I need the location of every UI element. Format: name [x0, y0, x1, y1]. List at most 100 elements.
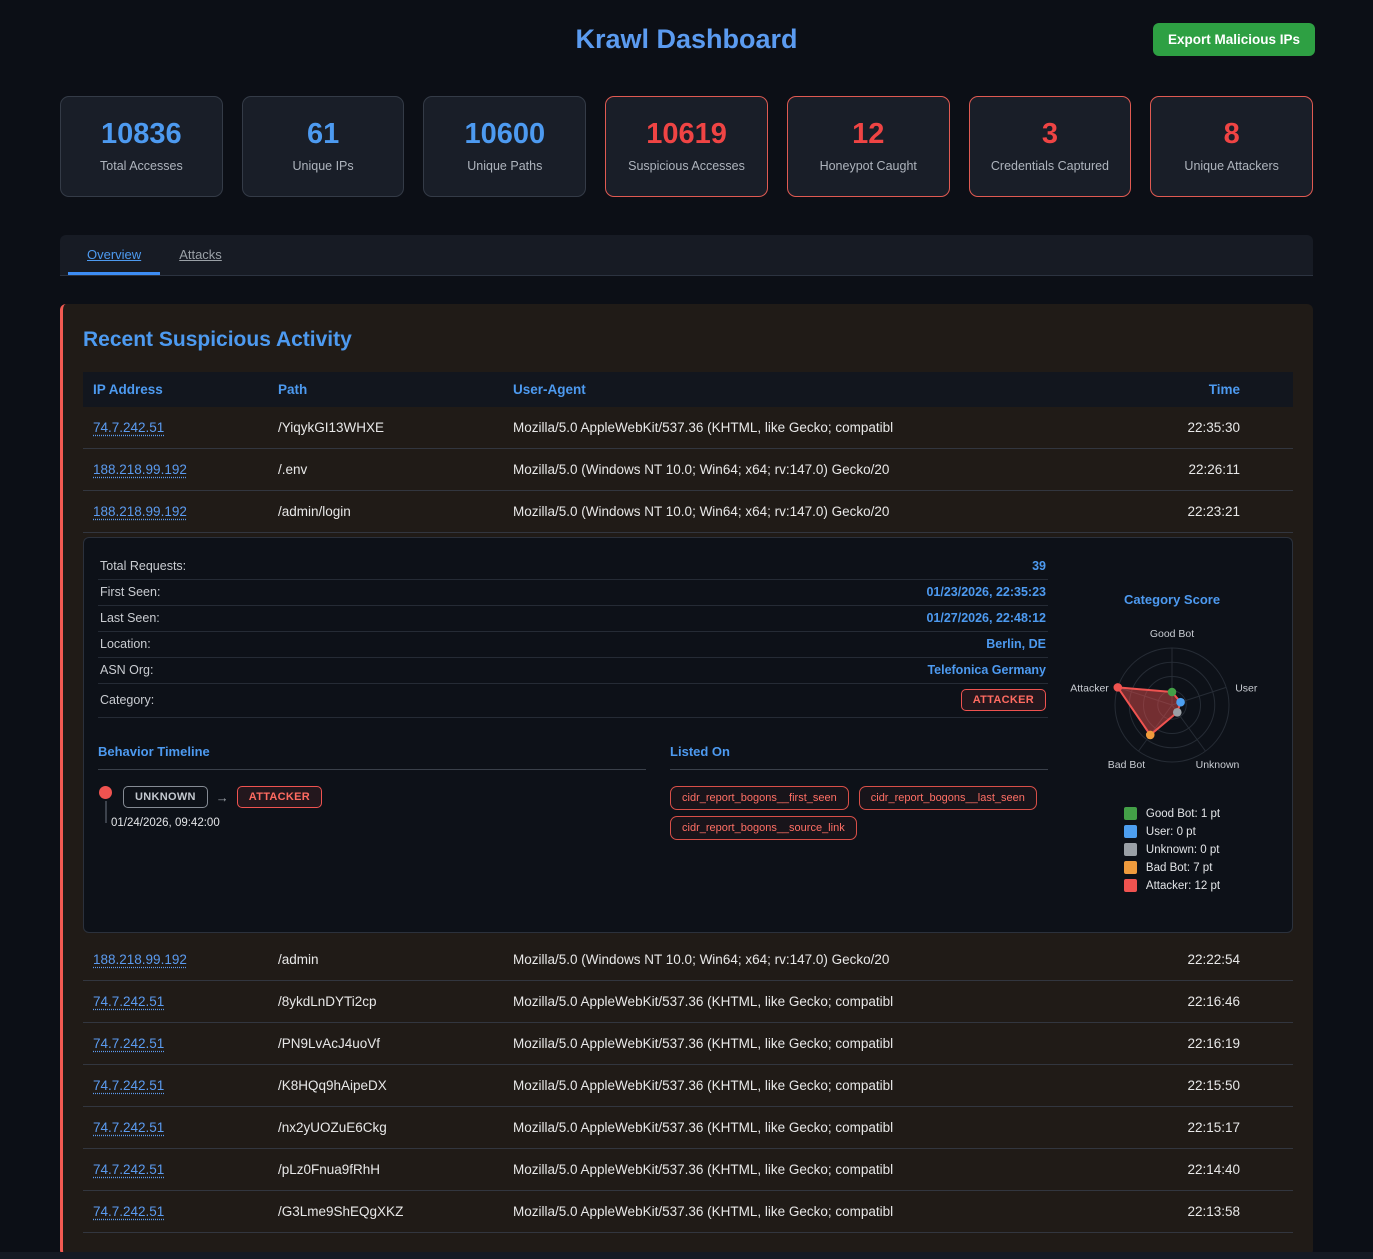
timeline-timestamp: 01/24/2026, 09:42:00 [111, 817, 322, 829]
ip-detail-panel: Total Requests: 39 First Seen:01/23/2026, … [83, 537, 1293, 933]
ip-cell: 74.7.242.51 [83, 407, 268, 448]
time-cell: 22:13:58 [1133, 1191, 1293, 1232]
stat-card-unique-paths: 10600Unique Paths [423, 96, 586, 197]
user-agent-cell: Mozilla/5.0 AppleWebKit/537.36 (KHTML, l… [503, 1065, 1133, 1106]
stat-value: 61 [307, 120, 339, 149]
info-label: Location: [100, 637, 151, 651]
info-value: 01/27/2026, 22:48:12 [926, 611, 1046, 625]
ip-cell: 188.218.99.192 [83, 939, 268, 980]
time-cell: 22:15:50 [1133, 1065, 1293, 1106]
top-bar: Krawl Dashboard Export Malicious IPs [60, 0, 1313, 88]
stat-value: 10836 [101, 120, 182, 149]
table-row[interactable]: 74.7.242.51/pLz0Fnua9fRhHMozilla/5.0 App… [83, 1149, 1293, 1191]
info-row-location-: Location: Berlin, DE [98, 632, 1048, 658]
info-value: 39 [1032, 559, 1046, 573]
path-cell: /.env [268, 449, 503, 490]
category-row: Category: ATTACKER [98, 684, 1048, 718]
user-agent-cell: Mozilla/5.0 AppleWebKit/537.36 (KHTML, l… [503, 1191, 1133, 1232]
legend-label: User: 0 pt [1146, 826, 1196, 838]
tab-attacks[interactable]: Attacks [160, 235, 241, 275]
ip-address-link[interactable]: 74.7.242.51 [93, 1162, 164, 1177]
tab-overview[interactable]: Overview [68, 235, 160, 275]
stat-value: 12 [852, 120, 884, 149]
ip-cell: 74.7.242.51 [83, 1191, 268, 1232]
stat-label: Unique Attackers [1184, 159, 1279, 173]
user-agent-cell: Mozilla/5.0 AppleWebKit/537.36 (KHTML, l… [503, 1149, 1133, 1190]
time-cell: 22:14:40 [1133, 1149, 1293, 1190]
ip-address-link[interactable]: 188.218.99.192 [93, 952, 187, 967]
ip-cell: 74.7.242.51 [83, 981, 268, 1022]
timeline-line [105, 801, 107, 823]
info-label: First Seen: [100, 585, 160, 599]
detail-sections: Behavior Timeline UNKNOWN → ATTACKER [98, 744, 1048, 840]
column-header-user-agent: User-Agent [503, 372, 1133, 407]
listed-badge[interactable]: cidr_report_bogons__first_seen [670, 786, 849, 810]
ip-address-link[interactable]: 74.7.242.51 [93, 994, 164, 1009]
table-row[interactable]: 188.218.99.192/.envMozilla/5.0 (Windows … [83, 449, 1293, 491]
info-row-first-seen-: First Seen:01/23/2026, 22:35:23 [98, 580, 1048, 606]
table-row[interactable]: 188.218.99.192/adminMozilla/5.0 (Windows… [83, 939, 1293, 981]
ip-cell: 74.7.242.51 [83, 1149, 268, 1190]
info-value: Berlin, DE [986, 637, 1046, 651]
path-cell: /8ykdLnDYTi2cp [268, 981, 503, 1022]
stat-card-honeypot-caught: 12 Honeypot Caught [787, 96, 950, 197]
path-cell: /G3Lme9ShEQgXKZ [268, 1191, 503, 1232]
legend-item-attacker: Attacker: 12 pt [1124, 879, 1220, 892]
stat-label: Honeypot Caught [820, 159, 917, 173]
export-malicious-ips-button[interactable]: Export Malicious IPs [1153, 23, 1315, 56]
table-row[interactable]: 74.7.242.51/K8HQq9hAipeDXMozilla/5.0 App… [83, 1065, 1293, 1107]
ip-address-link[interactable]: 74.7.242.51 [93, 1036, 164, 1051]
ip-address-link[interactable]: 74.7.242.51 [93, 1120, 164, 1135]
info-label: Total Requests: [100, 559, 186, 573]
radar-axis-label-attacker: Attacker [1070, 682, 1109, 694]
time-cell: 22:15:17 [1133, 1107, 1293, 1148]
path-cell: /PN9LvAcJ4uoVf [268, 1023, 503, 1064]
panel-title: Recent Suspicious Activity [83, 304, 1293, 372]
path-cell: /K8HQq9hAipeDX [268, 1065, 503, 1106]
column-header-ip: IP Address [83, 372, 268, 407]
to-category-badge: ATTACKER [237, 786, 322, 808]
stat-card-unique-attackers: 8Unique Attackers [1150, 96, 1313, 197]
ip-address-link[interactable]: 188.218.99.192 [93, 504, 187, 519]
table-row[interactable]: 74.7.242.51/nx2yUOZuE6CkgMozilla/5.0 App… [83, 1107, 1293, 1149]
table-rows-before-detail: 74.7.242.51/YiqykGI13WHXEMozilla/5.0 App… [83, 407, 1293, 533]
listed-on-badges: cidr_report_bogons__first_seen cidr_repor… [670, 780, 1048, 840]
ip-address-link[interactable]: 74.7.242.51 [93, 1078, 164, 1093]
info-label: ASN Org: [100, 663, 154, 677]
table-row[interactable]: 74.7.242.51/8ykdLnDYTi2cpMozilla/5.0 App… [83, 981, 1293, 1023]
behavior-timeline-heading: Behavior Timeline [98, 744, 646, 770]
legend-label: Good Bot: 1 pt [1146, 808, 1220, 820]
legend-label: Bad Bot: 7 pt [1146, 862, 1213, 874]
listed-badge[interactable]: cidr_report_bogons__source_link [670, 816, 857, 840]
timeline-dot-icon [99, 786, 112, 799]
stat-card-credentials-captured: 3Credentials Captured [969, 96, 1132, 197]
ip-address-link[interactable]: 74.7.242.51 [93, 1204, 164, 1219]
ip-cell: 188.218.99.192 [83, 449, 268, 490]
table-row[interactable]: 74.7.242.51/G3Lme9ShEQgXKZMozilla/5.0 Ap… [83, 1191, 1293, 1233]
stat-label: Total Accesses [100, 159, 183, 173]
table-rows-after-detail: 188.218.99.192/adminMozilla/5.0 (Windows… [83, 939, 1293, 1233]
table-row[interactable]: 74.7.242.51/PN9LvAcJ4uoVfMozilla/5.0 App… [83, 1023, 1293, 1065]
category-label: Category: [100, 693, 154, 707]
ip-cell: 188.218.99.192 [83, 491, 268, 532]
ip-address-link[interactable]: 74.7.242.51 [93, 420, 164, 435]
path-cell: /admin [268, 939, 503, 980]
table-row[interactable]: 188.218.99.192/admin/loginMozilla/5.0 (W… [83, 491, 1293, 533]
radar-axis-label-bad-bot: Bad Bot [1108, 759, 1145, 771]
stat-card-unique-ips: 61Unique IPs [242, 96, 405, 197]
ip-address-link[interactable]: 188.218.99.192 [93, 462, 187, 477]
legend-swatch-icon [1124, 861, 1137, 874]
legend-swatch-icon [1124, 807, 1137, 820]
behavior-timeline-section: Behavior Timeline UNKNOWN → ATTACKER [98, 744, 646, 840]
listed-on-heading: Listed On [670, 744, 1048, 770]
legend-item-user: User: 0 pt [1124, 825, 1220, 838]
stat-label: Suspicious Accesses [628, 159, 745, 173]
column-header-path: Path [268, 372, 503, 407]
radar-axis-label-user: User [1235, 682, 1258, 694]
listed-badge[interactable]: cidr_report_bogons__last_seen [859, 786, 1037, 810]
table-row[interactable]: 74.7.242.51/YiqykGI13WHXEMozilla/5.0 App… [83, 407, 1293, 449]
path-cell: /YiqykGI13WHXE [268, 407, 503, 448]
user-agent-cell: Mozilla/5.0 AppleWebKit/537.36 (KHTML, l… [503, 981, 1133, 1022]
info-row-asn-org-: ASN Org:Telefonica Germany [98, 658, 1048, 684]
info-row-last-seen-: Last Seen:01/27/2026, 22:48:12 [98, 606, 1048, 632]
